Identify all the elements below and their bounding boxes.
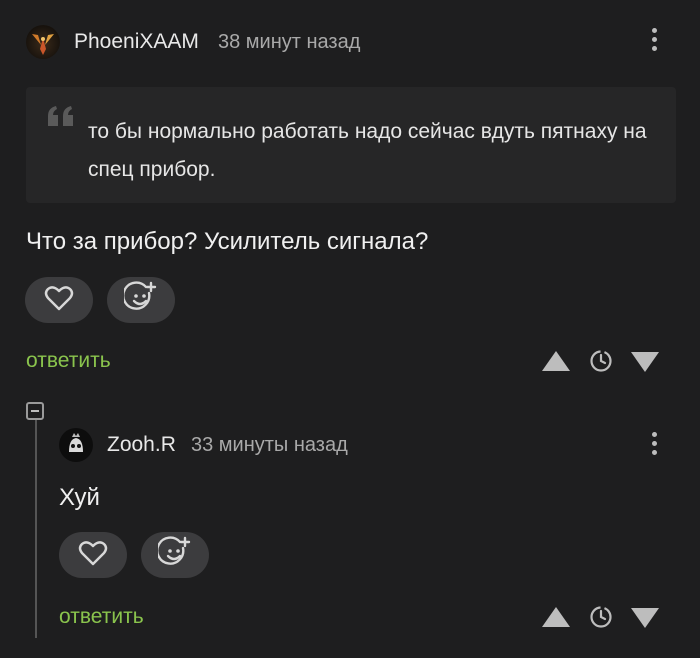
quote-text: то бы нормально работать надо сейчас вду…: [88, 120, 647, 181]
comment-time: 38 минут назад: [218, 31, 361, 53]
smiley-plus-icon: [156, 535, 192, 575]
author-name[interactable]: PhoeniXAAM: [74, 30, 199, 54]
author-name[interactable]: Zooh.R: [107, 433, 176, 457]
heart-icon: [78, 540, 108, 571]
clock-icon[interactable]: [589, 349, 613, 373]
minus-square-icon[interactable]: [26, 402, 44, 420]
like-button[interactable]: [59, 532, 127, 578]
add-reaction-button[interactable]: [141, 532, 209, 578]
more-vertical-icon[interactable]: [650, 28, 658, 56]
like-button[interactable]: [25, 277, 93, 323]
reply-link[interactable]: ответить: [59, 605, 144, 629]
heart-icon: [44, 285, 74, 316]
comment-text: Хуй: [59, 484, 100, 511]
clock-icon[interactable]: [589, 605, 613, 629]
more-vertical-icon[interactable]: [650, 432, 658, 460]
reply-link[interactable]: ответить: [26, 349, 111, 373]
triangle-down-icon[interactable]: [630, 351, 660, 373]
add-reaction-button[interactable]: [107, 277, 175, 323]
smiley-plus-icon: [122, 280, 158, 320]
triangle-up-icon[interactable]: [541, 606, 571, 628]
avatar[interactable]: [59, 428, 93, 462]
triangle-down-icon[interactable]: [630, 607, 660, 629]
comment-text: Что за прибор? Усилитель сигнала?: [26, 228, 429, 255]
thread-line[interactable]: [35, 420, 37, 638]
avatar[interactable]: [26, 25, 60, 59]
comment-time: 33 минуты назад: [191, 434, 348, 456]
triangle-up-icon[interactable]: [541, 350, 571, 372]
quote-icon: [46, 104, 76, 128]
